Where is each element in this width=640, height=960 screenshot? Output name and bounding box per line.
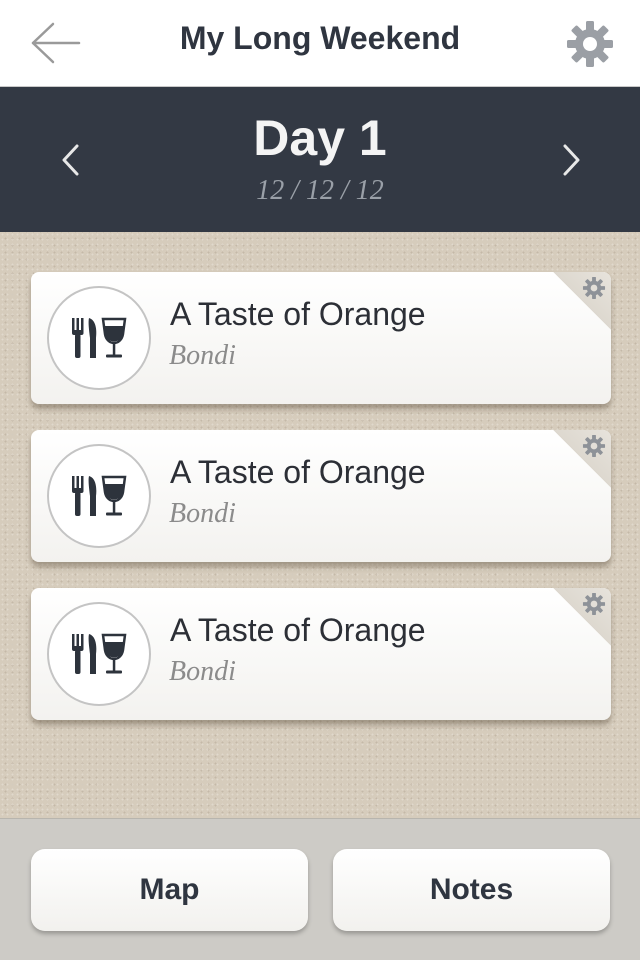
item-location: Bondi bbox=[169, 340, 236, 371]
item-title: A Taste of Orange bbox=[170, 612, 426, 648]
restaurant-icon bbox=[72, 475, 127, 516]
restaurant-icon bbox=[72, 317, 127, 358]
item-location: Bondi bbox=[169, 498, 236, 529]
item-options-button[interactable] bbox=[581, 275, 607, 301]
gear-icon bbox=[582, 434, 606, 458]
map-button[interactable]: Map bbox=[31, 849, 308, 931]
arrow-left-icon bbox=[31, 22, 81, 64]
gear-icon bbox=[567, 21, 613, 67]
day-header: Day 1 12 / 12 / 12 bbox=[0, 87, 640, 232]
next-day-button[interactable] bbox=[546, 132, 596, 188]
page-title: My Long Weekend bbox=[179, 20, 461, 56]
item-icon-circle bbox=[47, 286, 151, 390]
settings-button[interactable] bbox=[562, 16, 618, 72]
back-button[interactable] bbox=[24, 14, 86, 72]
gear-icon bbox=[582, 592, 606, 616]
day-date: 12 / 12 / 12 bbox=[256, 175, 384, 206]
gear-icon bbox=[582, 276, 606, 300]
item-location: Bondi bbox=[169, 656, 236, 687]
itinerary-item[interactable]: A Taste of Orange Bondi bbox=[31, 272, 611, 404]
nav-bar: My Long Weekend bbox=[0, 0, 640, 87]
chevron-left-icon bbox=[62, 144, 79, 176]
restaurant-icon bbox=[72, 633, 127, 674]
item-icon-circle bbox=[47, 602, 151, 706]
item-options-button[interactable] bbox=[581, 591, 607, 617]
day-title: Day 1 bbox=[253, 110, 387, 166]
item-icon-circle bbox=[47, 444, 151, 548]
itinerary-list: A Taste of Orange Bondi A Taste of Orang… bbox=[0, 232, 640, 818]
notes-button[interactable]: Notes bbox=[333, 849, 610, 931]
previous-day-button[interactable] bbox=[46, 132, 96, 188]
chevron-right-icon bbox=[563, 144, 580, 176]
item-title: A Taste of Orange bbox=[170, 454, 426, 490]
itinerary-item[interactable]: A Taste of Orange Bondi bbox=[31, 588, 611, 720]
itinerary-item[interactable]: A Taste of Orange Bondi bbox=[31, 430, 611, 562]
bottom-toolbar: Map Notes bbox=[0, 818, 640, 960]
item-title: A Taste of Orange bbox=[170, 296, 426, 332]
item-options-button[interactable] bbox=[581, 433, 607, 459]
